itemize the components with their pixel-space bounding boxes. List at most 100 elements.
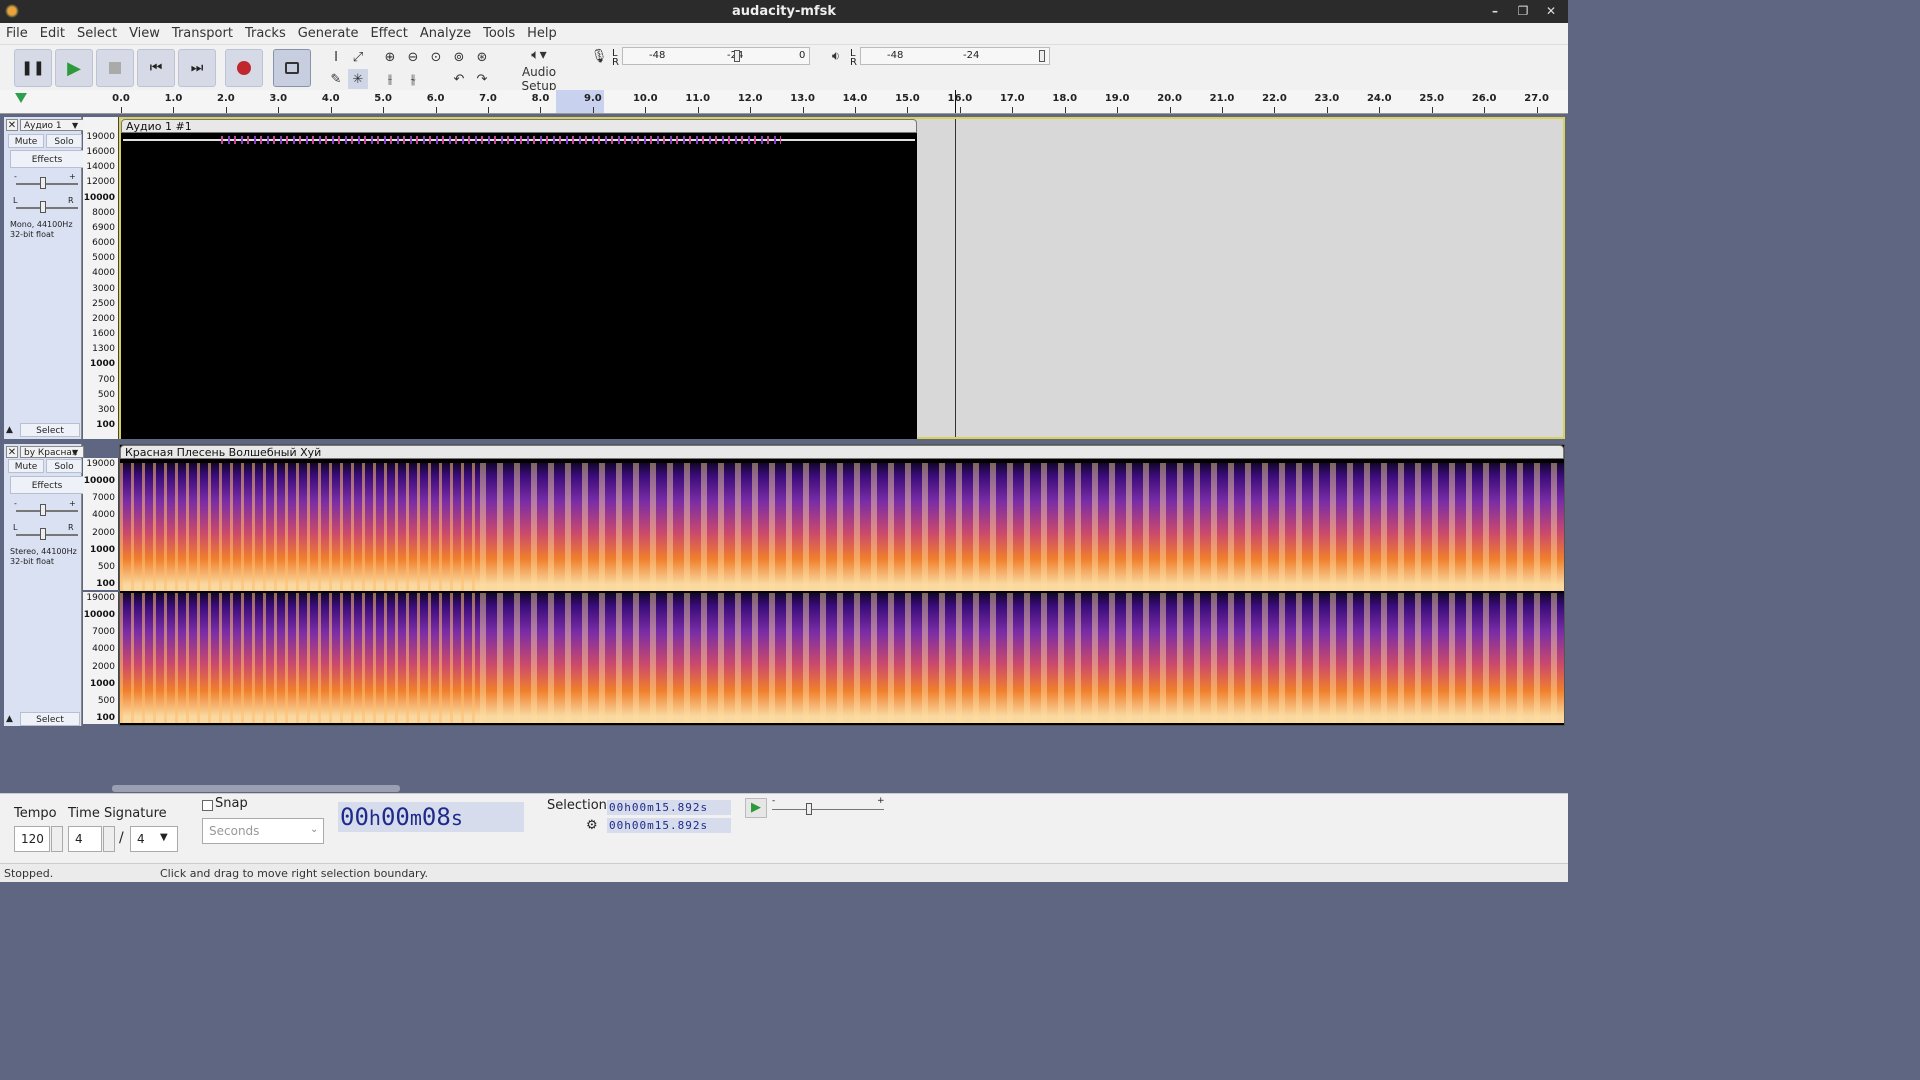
stop-button[interactable] [96,49,134,87]
menu-tracks[interactable]: Tracks [239,26,292,41]
loop-button[interactable] [273,49,311,87]
play-button[interactable]: ▶ [55,49,93,87]
pan-slider[interactable] [40,201,46,213]
play-meter-knob[interactable] [1039,50,1045,62]
mute-button[interactable]: Mute [8,459,44,473]
gain-slider[interactable] [40,504,46,516]
clip-title[interactable]: Аудио 1 #1 [121,119,917,133]
redo-icon[interactable]: ↷ [472,69,492,89]
settings-gear-icon[interactable]: ⚙ [586,818,598,833]
denominator-chevron-icon[interactable]: ▼ [160,832,168,843]
zoom-toggle-icon[interactable]: ⊛ [472,47,492,67]
playback-meter[interactable]: -48 -24 [860,47,1050,65]
track-menu-chevron-icon[interactable]: ▼ [72,121,78,130]
draw-tool-icon[interactable]: ✎ [326,69,346,89]
snap-chevron-icon[interactable]: ⌄ [310,824,318,835]
snap-checkbox[interactable] [202,800,213,811]
undo-icon[interactable]: ↶ [449,69,469,89]
record-button[interactable] [225,49,263,87]
time-sig-numerator[interactable]: 4 [68,826,102,852]
mute-button[interactable]: Mute [8,134,44,148]
close-track-icon[interactable]: ✕ [6,119,18,131]
ruler-tick-mark [1536,107,1538,113]
snap-label: Snap [215,796,248,811]
frequency-label: 300 [97,404,115,415]
menu-view[interactable]: View [123,26,166,41]
playback-speaker-icon[interactable]: 🔉︎ [826,46,846,66]
effects-button[interactable]: Effects [10,476,84,494]
frequency-label: 2500 [92,298,115,309]
fit-selection-icon[interactable]: ⊙ [426,47,446,67]
menu-transport[interactable]: Transport [166,26,239,41]
selection-tool-icon[interactable]: I [326,47,346,67]
ruler-tick-mark [1379,107,1381,113]
close-track-icon[interactable]: ✕ [6,446,18,458]
frequency-label: 19000 [86,593,115,603]
menu-generate[interactable]: Generate [292,26,365,41]
envelope-tool-icon[interactable]: ⤢ [348,47,368,67]
recording-meter[interactable]: -48 -24 0 [622,47,810,65]
close-window-icon[interactable]: ✕ [1537,0,1565,23]
menu-analyze[interactable]: Analyze [414,26,477,41]
clip-title[interactable]: Красная Плесень Волшебный Хуй [120,445,1564,459]
multi-tool-icon[interactable]: ✳ [348,69,368,89]
spectrogram-mono[interactable] [121,133,917,439]
play-meter-m24: -24 [963,50,980,61]
solo-button[interactable]: Solo [46,459,82,473]
trim-icon[interactable]: ⫲ [380,69,400,89]
track-area-stereo[interactable]: Красная Плесень Волшебный Хуй [119,444,1565,726]
solo-button[interactable]: Solo [46,134,82,148]
collapse-track-icon[interactable]: ▲ [6,425,13,435]
frequency-label: 1000 [89,544,115,555]
time-sig-denominator[interactable]: 4 [130,826,178,852]
ruler-tick-label: 13.0 [790,93,815,104]
select-track-button[interactable]: Select [20,423,80,437]
play-at-speed-button[interactable]: ▶ [745,798,767,818]
ruler-tick-mark [750,107,752,113]
select-track-button[interactable]: Select [20,712,80,726]
tempo-spinner[interactable] [51,826,63,852]
effects-button[interactable]: Effects [10,150,84,168]
menu-tools[interactable]: Tools [477,26,521,41]
status-bar: Stopped. Click and drag to move right se… [0,863,1568,882]
menu-file[interactable]: File [0,26,34,41]
minimize-icon[interactable]: – [1481,0,1509,23]
tempo-input[interactable]: 120 [14,826,50,852]
time-display[interactable]: 00h00m08s [338,802,524,832]
spectrogram-left-channel[interactable] [120,463,1564,591]
timeline-ruler[interactable]: 0.0 1.0 2.0 3.0 4.0 5.0 6.0 7.0 8.0 9.0 10.0 11.0 12… [0,90,1568,114]
pause-button[interactable]: ❚❚ [14,49,52,87]
gain-slider[interactable] [40,177,46,189]
audio-setup-button[interactable]: 🔈︎▾ Audio Setup [504,47,574,93]
menu-effect[interactable]: Effect [364,26,413,41]
pan-slider[interactable] [40,528,46,540]
menu-edit[interactable]: Edit [34,26,71,41]
ruler-tick-label: 1.0 [164,93,183,104]
frequency-label: 2000 [92,661,115,672]
restore-icon[interactable]: ❐ [1509,0,1537,23]
track-area-mono[interactable]: Аудио 1 #1 [119,117,1565,439]
menu-select[interactable]: Select [71,26,123,41]
speed-slider[interactable] [806,803,812,815]
rec-meter-knob[interactable] [734,50,740,62]
pin-head-icon[interactable] [15,93,27,103]
zoom-out-icon[interactable]: ⊖ [403,47,423,67]
frequency-label: 700 [97,374,115,385]
skip-start-button[interactable]: ⏮ [137,49,175,87]
spectrogram-right-channel[interactable] [120,593,1564,723]
zoom-in-icon[interactable]: ⊕ [380,47,400,67]
snap-unit-select[interactable]: Seconds [202,818,324,844]
menu-help[interactable]: Help [521,26,563,41]
numerator-spinner[interactable] [103,826,115,852]
silence-icon[interactable]: ⫳ [403,69,423,89]
microphone-icon[interactable]: 🎙︎ [589,46,609,66]
speaker-icon: 🔈︎▾ [531,47,547,63]
track-menu-chevron-icon[interactable]: ▼ [72,448,78,457]
selection-start[interactable]: 00h00m15.892s [607,800,731,815]
collapse-track-icon[interactable]: ▲ [6,714,13,724]
selection-end[interactable]: 00h00m15.892s [607,818,731,833]
frequency-label: 16000 [86,147,115,158]
skip-end-button[interactable]: ⏭ [178,49,216,87]
fit-project-icon[interactable]: ⊚ [449,47,469,67]
horizontal-scrollbar[interactable] [112,785,400,792]
